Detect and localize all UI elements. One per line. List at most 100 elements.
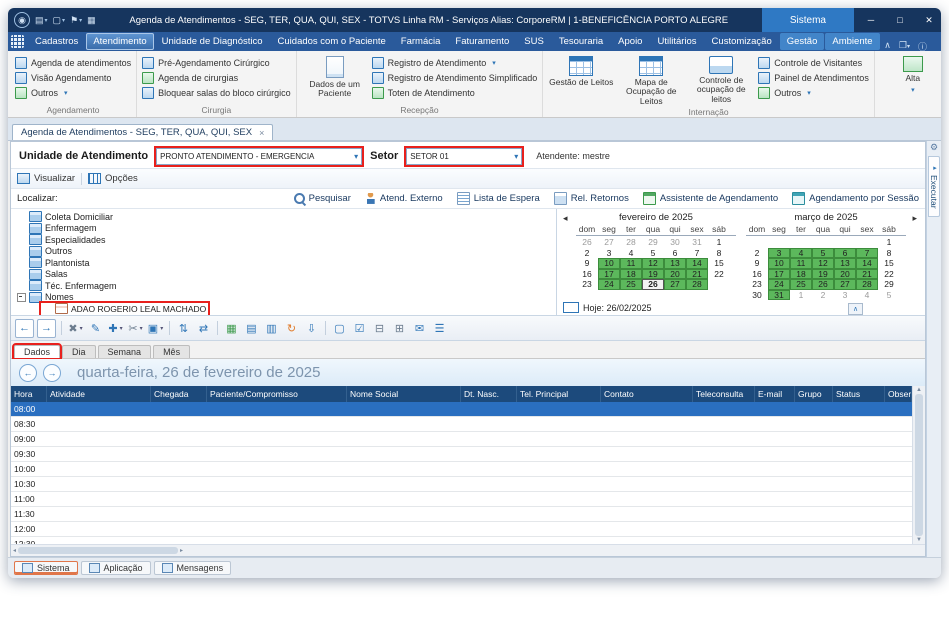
window-layout-icon[interactable]: ❐▾	[899, 40, 910, 53]
ribbon-tab[interactable]: Cuidados com o Paciente	[271, 33, 393, 50]
vertical-scrollbar[interactable]: ▲ ▼	[912, 386, 925, 544]
statusbar-tab-aplicacao[interactable]: Aplicação	[80, 561, 151, 575]
calendar-day[interactable]: 14	[856, 258, 878, 269]
calendar-day[interactable]: 3	[834, 290, 856, 301]
ribbon-tab[interactable]: Tesouraria	[552, 33, 610, 50]
calendar-day[interactable]: 26	[642, 279, 664, 290]
calendar-day[interactable]: 13	[664, 258, 686, 269]
calendar-day[interactable]: 12	[812, 258, 834, 269]
ribbon-button-mapa-ocupacao[interactable]: Mapa de Ocupação de Leitos	[618, 53, 684, 106]
next-day-button[interactable]: →	[43, 363, 61, 382]
calendar-day[interactable]: 5	[878, 290, 900, 301]
ribbon-tab[interactable]: Ambiente	[825, 33, 880, 50]
ribbon-item-outros-internacao[interactable]: Outros	[758, 87, 869, 99]
calendar-day[interactable]	[812, 237, 834, 248]
scroll-left-icon[interactable]: ◂	[13, 547, 16, 554]
calendar-day[interactable]	[768, 237, 790, 248]
statusbar-tab-sistema[interactable]: Sistema	[14, 561, 78, 575]
grid-column-header[interactable]: Observa	[885, 386, 912, 402]
print-icon[interactable]: ⊟	[371, 320, 388, 337]
calendar-day[interactable]: 1	[708, 237, 730, 248]
calendar-day[interactable]: 19	[642, 268, 664, 279]
view-tab[interactable]: Dados	[11, 343, 63, 360]
assistente-agendamento-button[interactable]: Assistente de Agendamento	[642, 192, 778, 205]
ribbon-item-registro-simplificado[interactable]: Registro de Atendimento Simplificado	[371, 72, 537, 84]
setor-combobox[interactable]: SETOR 01 ▾	[404, 145, 525, 167]
grid-column-header[interactable]: Dt. Nasc.	[461, 386, 517, 402]
atend-externo-button[interactable]: Atend. Externo	[364, 193, 443, 204]
calendar-prev-icon[interactable]: ◂	[563, 213, 568, 224]
ribbon-item-controle-visitantes[interactable]: Controle de Visitantes	[758, 57, 869, 69]
calendar-day[interactable]: 31	[768, 289, 790, 300]
nav-forward-icon[interactable]: →	[37, 318, 56, 338]
tree-item[interactable]: Téc. Enfermagem	[15, 280, 119, 292]
ribbon-button-alta[interactable]: Alta	[880, 53, 941, 95]
separator[interactable]	[217, 321, 218, 335]
scroll-down-icon[interactable]: ▼	[916, 537, 922, 543]
calendar-day[interactable]: 15	[878, 258, 900, 269]
calendar-day[interactable]: 23	[746, 279, 768, 290]
opcoes-button[interactable]: Opções	[88, 173, 138, 184]
maximize-button[interactable]: □	[888, 8, 912, 32]
scrollbar-thumb[interactable]	[18, 547, 179, 554]
calendar-day[interactable]	[746, 237, 768, 248]
calendar-day[interactable]: 16	[746, 269, 768, 280]
close-button[interactable]: ✕	[917, 8, 941, 32]
calendar-day[interactable]: 22	[708, 269, 730, 280]
combo-arrow-icon[interactable]: ▾	[354, 152, 358, 161]
ribbon-tab[interactable]: Atendimento	[86, 33, 154, 50]
calendar-day[interactable]: 15	[708, 258, 730, 269]
calendar-day[interactable]: 23	[576, 279, 598, 290]
tree-item[interactable]: Salas	[15, 268, 70, 281]
collapse-ribbon-icon[interactable]: ∧	[884, 40, 891, 53]
scroll-up-icon[interactable]: ▲	[916, 387, 922, 393]
grid-column-header[interactable]: E-mail	[755, 386, 795, 402]
schedule-row[interactable]: 09:30	[11, 447, 912, 462]
combo-arrow-icon[interactable]: ▾	[514, 152, 518, 161]
tree-item[interactable]: ADAO ROGERIO LEAL MACHADO	[38, 301, 211, 315]
calendar-day[interactable]: 5	[642, 248, 664, 259]
calendar-day[interactable]: 16	[576, 269, 598, 280]
print-preview-icon[interactable]: ⊞	[391, 320, 408, 337]
expand-toggle-icon[interactable]	[17, 292, 26, 302]
calendar-day[interactable]: 2	[576, 248, 598, 259]
grid-column-header[interactable]: Tel. Principal	[517, 386, 601, 402]
ribbon-item-agenda-de-cirurgias[interactable]: Agenda de cirurgias	[142, 72, 291, 84]
executar-dock-tab[interactable]: ▸ Executar	[928, 156, 940, 217]
pesquisar-button[interactable]: Pesquisar	[293, 193, 351, 204]
tab-close-icon[interactable]: ×	[259, 128, 264, 138]
schedule-row[interactable]: 10:00	[11, 462, 912, 477]
schedule-row[interactable]: 11:30	[11, 507, 912, 522]
view-tab[interactable]: Mês	[153, 345, 191, 358]
calendar-day[interactable]: 27	[598, 237, 620, 248]
ribbon-tab[interactable]: Gestão	[779, 33, 825, 50]
workspace-icon[interactable]: ▢ ▾	[53, 15, 66, 26]
grid-column-header[interactable]: Paciente/Compromisso	[207, 386, 347, 402]
calendar-day[interactable]: 14	[686, 258, 708, 269]
calendar-day[interactable]: 9	[746, 258, 768, 269]
schedule-row[interactable]: 12:00	[11, 522, 912, 537]
calendar-day[interactable]: 12	[642, 258, 664, 269]
ribbon-item-painel-atendimentos[interactable]: Painel de Atendimentos	[758, 72, 869, 84]
calendar-day[interactable]: 27	[834, 279, 856, 290]
card-icon[interactable]: ▥	[263, 320, 280, 337]
separator[interactable]	[325, 321, 326, 335]
calendar-day[interactable]: 21	[856, 268, 878, 279]
schedule-row[interactable]: 11:00	[11, 492, 912, 507]
view-tab[interactable]: Semana	[97, 345, 152, 358]
calendar-day[interactable]: 1	[878, 237, 900, 248]
ribbon-tab[interactable]: Apoio	[611, 33, 649, 50]
calendar-day[interactable]: 30	[746, 290, 768, 301]
calendar-day[interactable]: 26	[812, 279, 834, 290]
ribbon-tab[interactable]: Customização	[705, 33, 779, 50]
ribbon-tab[interactable]: Faturamento	[448, 33, 516, 50]
calendar-day[interactable]: 9	[576, 258, 598, 269]
edit-icon[interactable]: ✎	[87, 320, 104, 337]
calendar-day[interactable]: 18	[620, 268, 642, 279]
move-up-icon[interactable]: ⇅	[175, 320, 192, 337]
cut-icon[interactable]: ✂	[127, 320, 144, 337]
refresh-icon[interactable]: ↻	[283, 320, 300, 337]
calendar-day[interactable]: 19	[812, 268, 834, 279]
previous-day-button[interactable]: ←	[19, 363, 37, 382]
calendar-day[interactable]: 22	[878, 269, 900, 280]
